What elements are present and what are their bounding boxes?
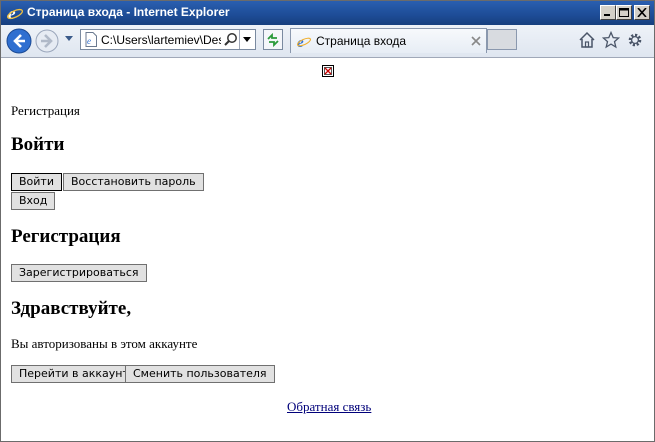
svg-text:e: e bbox=[87, 36, 91, 46]
new-tab-button[interactable] bbox=[487, 29, 517, 50]
minimize-button[interactable] bbox=[600, 5, 616, 20]
page-content: Регистрация Войти Войти Восстановить пар… bbox=[1, 58, 654, 441]
tab-login-page[interactable]: e Страница входа bbox=[290, 28, 487, 53]
page-icon: e bbox=[85, 32, 97, 47]
address-text: C:\Users\lartemiev\Desk bbox=[101, 33, 221, 47]
register-link[interactable]: Регистрация bbox=[11, 103, 80, 119]
login-heading: Войти bbox=[11, 134, 65, 155]
feedback-link[interactable]: Обратная связь bbox=[287, 399, 371, 415]
go-to-account-button[interactable]: Перейти в аккаунт bbox=[11, 365, 137, 383]
navigation-bar: e C:\Users\lartemiev\Desk e Страница вхо… bbox=[1, 25, 654, 58]
internet-explorer-icon: e bbox=[6, 4, 24, 22]
close-window-button[interactable] bbox=[634, 5, 650, 20]
tab-ie-icon: e bbox=[297, 35, 311, 49]
browser-window: e Страница входа - Internet Explorer e C… bbox=[0, 0, 655, 442]
welcome-heading: Здравствуйте, bbox=[11, 298, 132, 319]
history-dropdown-icon[interactable] bbox=[64, 35, 74, 43]
home-icon[interactable] bbox=[578, 31, 596, 49]
search-icon[interactable] bbox=[224, 32, 238, 47]
svg-text:e: e bbox=[8, 4, 16, 22]
tab-label: Страница входа bbox=[316, 34, 407, 48]
close-icon bbox=[637, 8, 647, 17]
maximize-button[interactable] bbox=[616, 5, 632, 20]
minimize-icon bbox=[604, 14, 610, 16]
logged-in-message: Вы авторизованы в этом аккаунте bbox=[11, 336, 198, 351]
broken-image-icon bbox=[322, 65, 334, 77]
address-bar[interactable]: e C:\Users\lartemiev\Desk bbox=[80, 29, 256, 50]
enter-button[interactable]: Вход bbox=[11, 192, 56, 210]
chevron-down-icon bbox=[243, 37, 251, 42]
restore-password-button[interactable]: Восстановить пароль bbox=[63, 173, 204, 191]
window-title: Страница входа - Internet Explorer bbox=[27, 5, 230, 19]
gear-icon[interactable] bbox=[626, 31, 644, 49]
favorites-star-icon[interactable] bbox=[602, 31, 620, 49]
registration-heading: Регистрация bbox=[11, 226, 121, 247]
tab-close-icon[interactable] bbox=[471, 36, 481, 46]
register-button[interactable]: Зарегистрироваться bbox=[11, 264, 147, 282]
maximize-icon bbox=[619, 8, 629, 17]
refresh-button[interactable] bbox=[263, 29, 283, 50]
svg-text:e: e bbox=[297, 35, 304, 49]
forward-icon[interactable] bbox=[34, 28, 60, 54]
title-bar: e Страница входа - Internet Explorer bbox=[1, 1, 654, 25]
login-button[interactable]: Войти bbox=[11, 173, 62, 191]
refresh-icon bbox=[267, 32, 279, 48]
back-icon[interactable] bbox=[6, 28, 32, 54]
switch-user-button[interactable]: Сменить пользователя bbox=[125, 365, 275, 383]
address-dropdown-button[interactable] bbox=[239, 30, 256, 49]
